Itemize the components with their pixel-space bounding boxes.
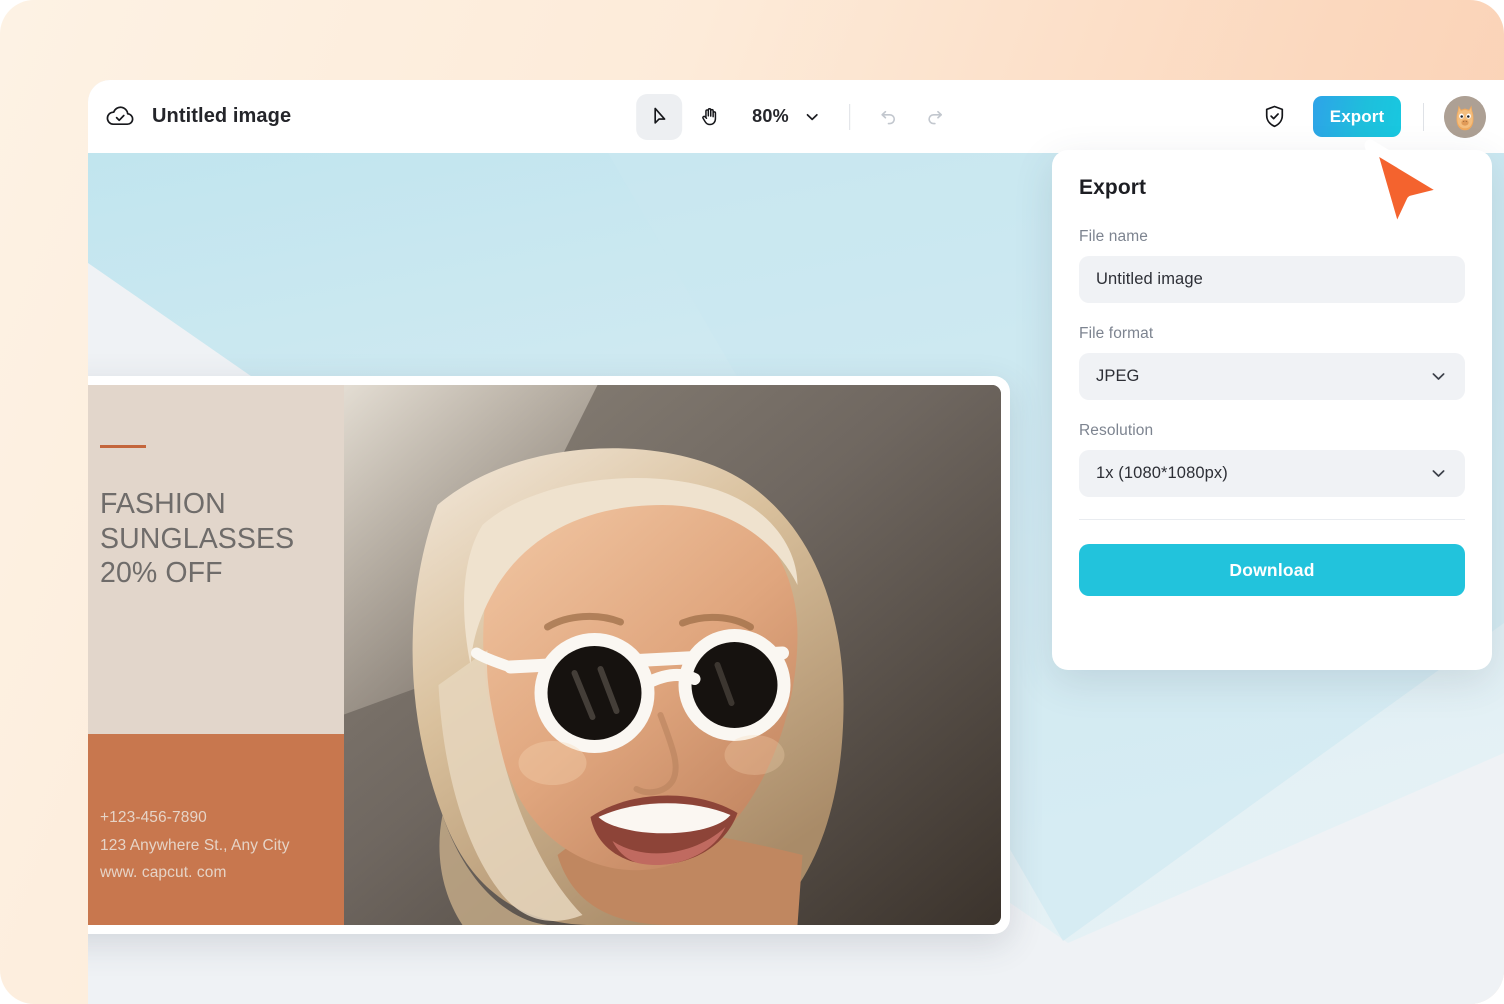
toolbar-divider-2: [1423, 102, 1424, 131]
screenshot-root: Untitled image 80% Export FASHION SUNGLA…: [0, 0, 1504, 1004]
design-canvas-card[interactable]: FASHION SUNGLASSES 20% OFF +123-456-7890…: [88, 376, 1010, 934]
toolbar-center-group: 80%: [636, 80, 956, 153]
design-contact-block: +123-456-7890 123 Anywhere St., Any City…: [88, 734, 344, 925]
chevron-down-icon: [806, 113, 818, 120]
redo-button[interactable]: [914, 96, 956, 138]
accent-rule: [100, 445, 146, 448]
zoom-level-value: 80%: [752, 106, 789, 126]
file-format-label: File format: [1079, 325, 1154, 342]
toolbar-divider: [848, 103, 850, 130]
design-headline-block: FASHION SUNGLASSES 20% OFF: [88, 385, 344, 734]
shield-check-icon[interactable]: [1251, 94, 1297, 140]
design-left-column: FASHION SUNGLASSES 20% OFF +123-456-7890…: [88, 385, 344, 925]
undo-arrow-icon: [881, 110, 896, 125]
file-format-select[interactable]: JPEG: [1079, 353, 1465, 400]
zoom-control[interactable]: 80%: [736, 106, 831, 127]
undo-button[interactable]: [868, 96, 910, 138]
app-window: Untitled image 80% Export FASHION SUNGLA…: [88, 80, 1504, 1004]
file-name-field[interactable]: Untitled image: [1079, 256, 1465, 303]
export-panel: Export File name Untitled image File for…: [1052, 150, 1492, 670]
export-button[interactable]: Export: [1313, 96, 1401, 137]
cloud-check-icon: [105, 102, 135, 132]
download-button[interactable]: Download: [1079, 544, 1465, 596]
document-title[interactable]: Untitled image: [152, 105, 291, 128]
toolbar-left-group: Untitled image: [105, 80, 291, 153]
hand-icon: [701, 108, 716, 126]
contact-website: www. capcut. com: [100, 864, 227, 881]
resolution-value: 1x (1080*1080px): [1096, 464, 1228, 482]
avatar[interactable]: [1444, 95, 1486, 138]
select-cursor-tool[interactable]: [636, 93, 683, 140]
resolution-label: Resolution: [1079, 422, 1154, 439]
design-artboard: FASHION SUNGLASSES 20% OFF +123-456-7890…: [88, 385, 1001, 925]
avatar-illustration-icon: [1444, 95, 1486, 138]
chevron-down-icon: [1432, 373, 1445, 380]
contact-phone: +123-456-7890: [100, 809, 207, 826]
hand-pan-tool[interactable]: [686, 94, 732, 140]
file-name-label: File name: [1079, 228, 1148, 245]
file-name-value: Untitled image: [1096, 270, 1203, 288]
export-panel-title: Export: [1079, 176, 1147, 199]
cursor-arrow-icon: [653, 107, 665, 124]
resolution-select[interactable]: 1x (1080*1080px): [1079, 450, 1465, 497]
toolbar-right-group: Export: [1251, 80, 1486, 153]
chevron-down-icon: [1432, 470, 1445, 477]
redo-arrow-icon: [928, 110, 943, 125]
design-photo: [344, 385, 1001, 925]
design-headline: FASHION SUNGLASSES 20% OFF: [100, 488, 295, 589]
file-format-value: JPEG: [1096, 367, 1140, 385]
panel-divider: [1079, 519, 1465, 520]
contact-address: 123 Anywhere St., Any City: [100, 836, 290, 854]
woman-with-sunglasses-photo-icon: [344, 385, 1001, 925]
top-toolbar: Untitled image 80% Export: [88, 80, 1504, 153]
